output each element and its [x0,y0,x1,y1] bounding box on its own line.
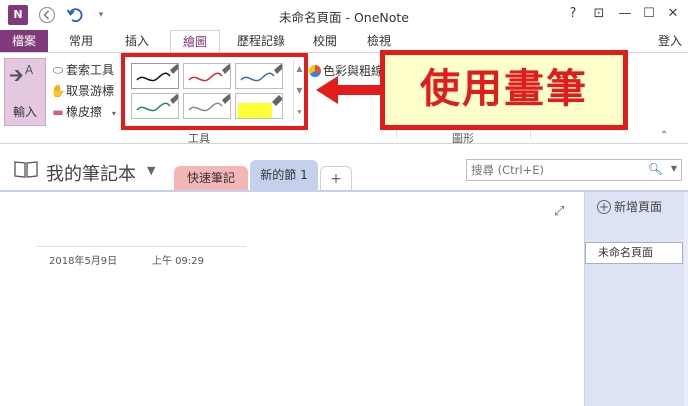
page-title-line[interactable] [36,246,246,247]
close-button[interactable]: ✕ [662,4,684,24]
callout-label: 使用畫筆 [380,50,628,130]
page-canvas[interactable]: ⤢ 2018年5月9日 上午 09:29 [0,190,584,406]
pen-blue[interactable] [235,63,283,89]
panning-hand-button[interactable]: ✋取景游標 [50,82,115,100]
tab-review[interactable]: 校閱 [302,30,348,52]
add-section-button[interactable]: + [320,166,352,190]
search-input[interactable] [471,162,651,178]
gallery-down-icon[interactable]: ▼ [294,83,305,99]
section-tab-quick-notes[interactable]: 快速筆記 [174,166,248,190]
add-page-button[interactable]: + 新增頁面 [597,198,662,215]
pen-gallery: ▲ ▼ ⯆ [121,53,308,130]
collapse-ribbon-icon[interactable]: ⌃ [660,130,668,141]
text-a-icon: A [25,63,34,77]
gallery-up-icon[interactable]: ▲ [294,61,305,77]
pen-black[interactable] [131,63,179,89]
pan-label: 取景游標 [66,84,115,98]
title-bar: N ▾ 未命名頁面 - OneNote ? ⊡ — ☐ ✕ [0,0,688,30]
tab-view[interactable]: 檢視 [356,30,402,52]
tab-home[interactable]: 常用 [58,30,104,52]
expand-icon[interactable]: ⤢ [554,204,564,219]
notebook-icon [14,161,38,178]
eraser-label: 橡皮擦 [66,105,103,119]
sign-in-link[interactable]: 登入 [658,30,682,52]
type-button[interactable]: 🡲 A 輸入 [4,58,46,126]
minimize-button[interactable]: — [614,4,636,24]
tab-history[interactable]: 歷程記錄 [228,30,294,52]
lasso-icon: ⬭ [52,63,64,77]
highlighter-yellow[interactable] [235,93,283,119]
page-list-pane: + 新增頁面 未命名頁面 [584,190,688,406]
ribbon-display-button[interactable]: ⊡ [588,4,610,24]
cursor-icon: 🡲 [9,65,24,86]
callout-arrow-icon [316,76,382,104]
search-icon[interactable]: 🔍︎ [648,162,663,176]
pen-green[interactable] [131,93,179,119]
ribbon-tabs: 檔案 常用 插入 繪圖 歷程記錄 校閱 檢視 登入 [0,30,688,52]
search-box[interactable]: 🔍︎ ▼ [466,159,682,181]
type-button-label: 輸入 [12,105,37,119]
eraser-dropdown-icon[interactable]: ▾ [112,109,116,118]
page-time: 上午 09:29 [152,256,204,267]
help-button[interactable]: ? [562,4,584,24]
notebook-bar: 我的筆記本 ▼ 快速筆記 新的節 1 + 🔍︎ ▼ [0,144,688,190]
gallery-scrollbar[interactable]: ▲ ▼ ⯆ [293,61,304,121]
add-page-label: 新增頁面 [614,200,663,214]
page-list-item[interactable]: 未命名頁面 [585,242,683,264]
tab-draw[interactable]: 繪圖 [170,30,220,52]
window-title: 未命名頁面 - OneNote [279,10,409,25]
page-date: 2018年5月9日 [49,256,118,267]
notebook-dropdown-icon[interactable]: ▼ [147,164,155,177]
eraser-icon: ▬ [52,105,64,119]
tab-file[interactable]: 檔案 [0,30,48,52]
gallery-more-icon[interactable]: ⯆ [294,105,305,121]
pen-gray[interactable] [183,93,231,119]
lasso-label: 套索工具 [66,63,115,77]
eraser-button[interactable]: ▬ 橡皮擦 ▾ [50,103,116,121]
search-dropdown-icon[interactable]: ▼ [671,164,677,173]
pen-red[interactable] [183,63,231,89]
section-tab-new-section[interactable]: 新的節 1 [250,160,318,190]
lasso-select-button[interactable]: ⬭ 套索工具 [50,61,114,79]
notebook-name[interactable]: 我的筆記本 [46,160,136,186]
pane-scrollbar[interactable] [684,192,688,406]
tab-insert[interactable]: 插入 [114,30,160,52]
hand-icon: ✋ [50,84,66,98]
maximize-button[interactable]: ☐ [638,4,660,24]
add-circle-icon: + [597,200,611,214]
